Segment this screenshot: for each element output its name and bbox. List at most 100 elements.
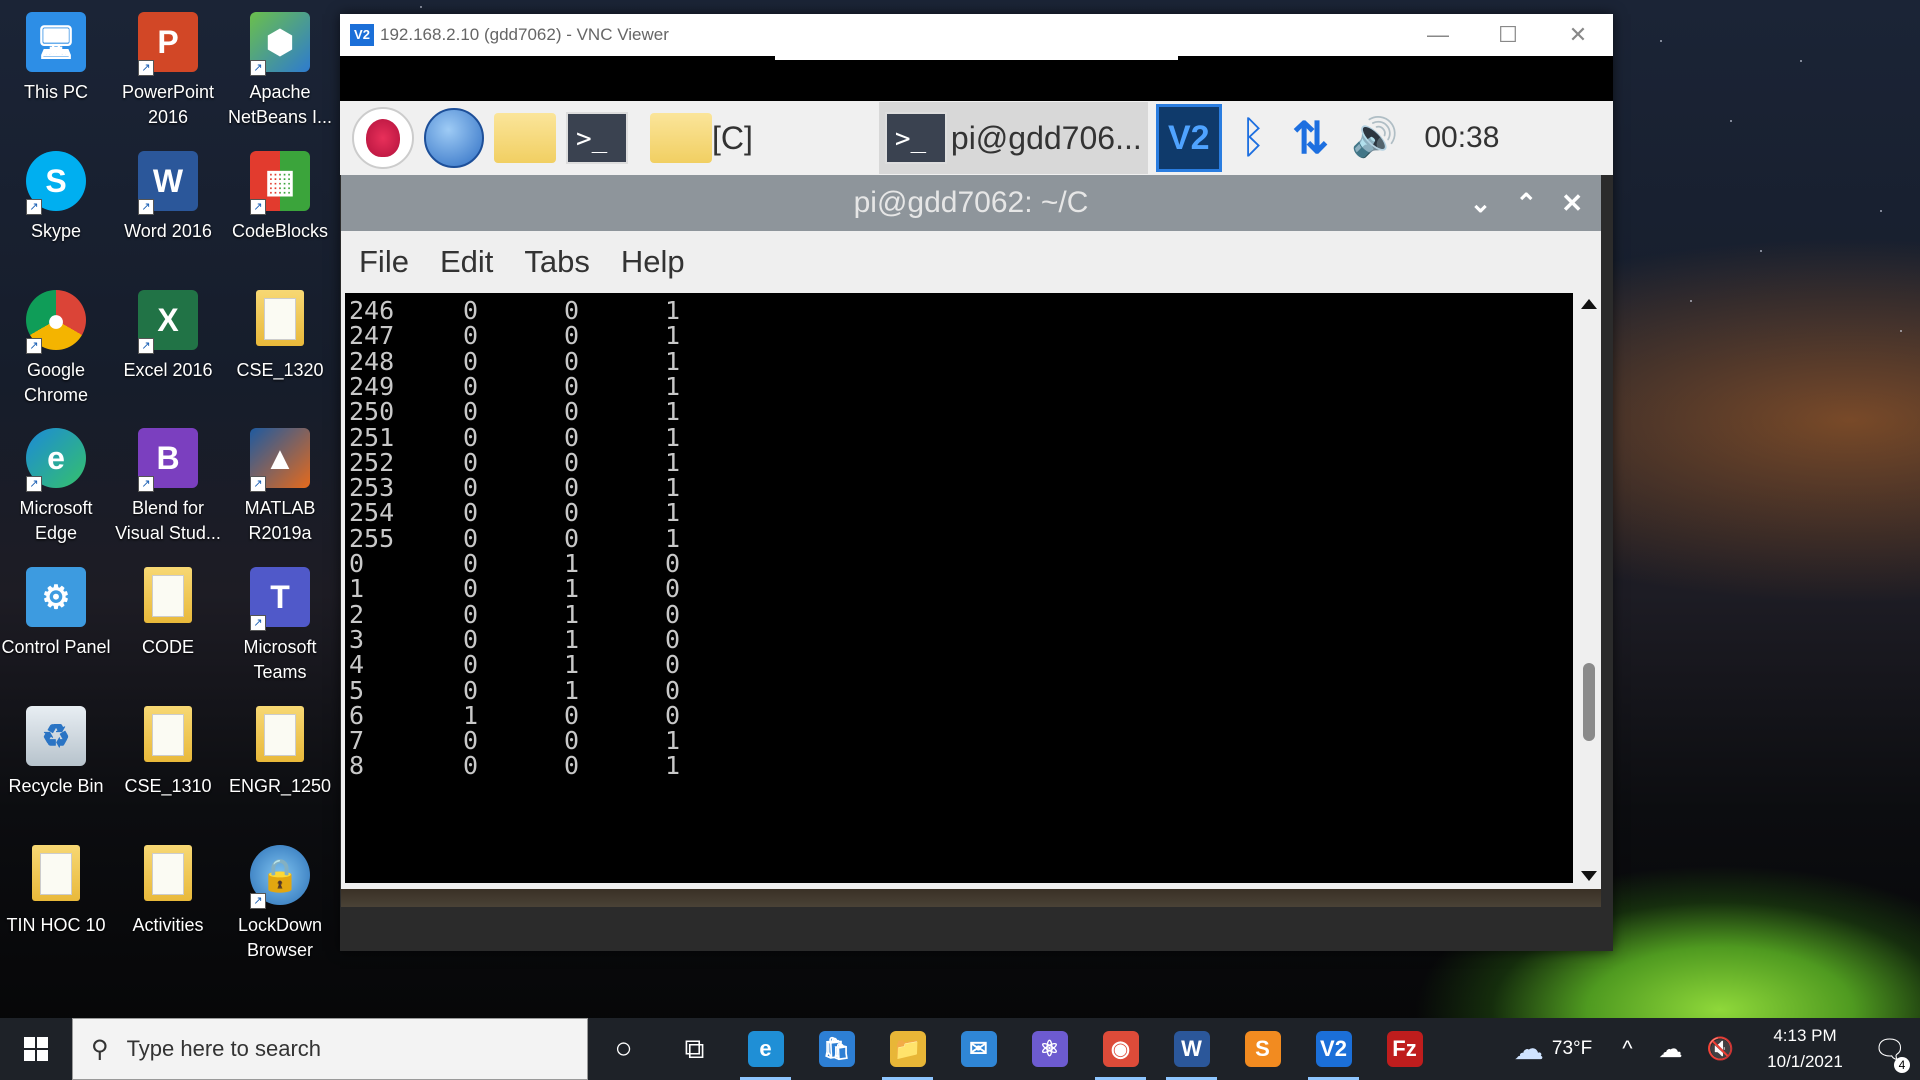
raspberry-menu-button[interactable] [352,103,414,173]
chevron-down-icon[interactable]: ⌄ [1470,175,1492,231]
cortana-button[interactable]: ○ [588,1018,659,1080]
file-manager-button[interactable] [494,103,556,173]
vnc-toolbar-handle[interactable] [775,56,1178,60]
filezilla-icon: Fz [1386,1031,1423,1067]
teams-icon: T ↗ [248,567,312,631]
desktop-icon-matlab[interactable]: ▲ ↗ MATLAB R2019a [224,422,336,546]
scroll-down-arrow-icon[interactable] [1581,871,1597,881]
maximize-button[interactable]: ☐ [1473,14,1543,56]
minimize-button[interactable]: — [1403,14,1473,56]
system-clock[interactable]: 4:13 PM 10/1/2021 [1750,1023,1860,1075]
menu-file[interactable]: File [359,244,409,280]
taskbar-app-chrome[interactable]: ◉ [1085,1018,1156,1080]
volume-icon[interactable]: 🔊 [1351,103,1398,173]
sublime-icon: S [1244,1031,1281,1067]
desktop-icon-lockdown-browser[interactable]: 🔒 ↗ LockDown Browser [224,839,336,963]
vnc-viewer-window: V2 192.168.2.10 (gdd7062) - VNC Viewer —… [340,14,1613,951]
taskbar-app-vnc-viewer[interactable]: V2 [1298,1018,1369,1080]
mail-icon: ✉ [960,1031,997,1067]
desktop-icon-label: Apache NetBeans I... [227,82,333,127]
vnc-logo-icon: V2 [350,24,374,46]
terminal-scrollbar[interactable] [1577,293,1601,889]
vnc-server-button[interactable]: V2 [1155,103,1222,173]
desktop-icons: 🖥 This PC P ↗ PowerPoint 2016 ⬢ ↗ Apache N… [0,0,340,1018]
weather-temp[interactable]: 73°F [1552,1038,1592,1060]
vnc-icon: V2 [1155,104,1222,172]
desktop-icon-activities[interactable]: Activities [112,839,224,938]
scroll-up-arrow-icon[interactable] [1581,299,1597,309]
task-view-button[interactable]: ⧉ [659,1018,730,1080]
powerpoint-icon: P ↗ [136,12,200,76]
show-hidden-icons-button[interactable]: ^ [1622,1036,1632,1062]
taskbar-app-edge[interactable]: e [730,1018,801,1080]
search-box[interactable]: ⚲ Type here to search [72,1018,588,1080]
search-icon: ⚲ [91,1035,109,1063]
scrollbar-thumb[interactable] [1583,663,1595,741]
terminal-window: pi@gdd7062: ~/C ⌄ ⌃ ✕ File Edit Tabs Hel… [340,175,1613,951]
desktop-icon-label: LockDown Browser [237,915,323,960]
desktop-icon-recycle-bin[interactable]: ♻ Recycle Bin [0,700,112,799]
desktop-icon-this-pc[interactable]: 🖥 This PC [0,6,112,105]
taskbar-app-word[interactable]: W [1156,1018,1227,1080]
desktop-icon-control-panel[interactable]: ⚙ Control Panel [0,561,112,660]
close-icon[interactable]: ✕ [1561,175,1583,231]
clock-time: 4:13 PM [1773,1026,1837,1045]
desktop-icon-cse1310[interactable]: CSE_1310 [112,700,224,799]
taskbar-app-file-explorer[interactable]: 📁 [872,1018,943,1080]
terminal-cell: 0 [564,751,580,781]
taskbar-app-store[interactable]: 🛍 [801,1018,872,1080]
taskbar-app-mail[interactable]: ✉ [943,1018,1014,1080]
star [1900,330,1902,332]
netbeans-icon: ⬢ ↗ [248,12,312,76]
menu-tabs[interactable]: Tabs [524,244,589,280]
close-button[interactable]: ✕ [1543,14,1613,56]
menu-help[interactable]: Help [621,244,685,280]
vnc-title-bar[interactable]: V2 192.168.2.10 (gdd7062) - VNC Viewer —… [340,14,1613,56]
start-button[interactable] [0,1018,72,1080]
desktop-icon-netbeans[interactable]: ⬢ ↗ Apache NetBeans I... [224,6,336,130]
desktop-icon-codeblocks[interactable]: ▦ ↗ CodeBlocks [224,145,336,244]
taskbar-app-sublime[interactable]: S [1227,1018,1298,1080]
weather-icon[interactable]: ☁ [1514,1032,1544,1067]
desktop-icon-code[interactable]: CODE [112,561,224,660]
notification-center-button[interactable]: 🗨 4 [1860,1034,1920,1073]
terminal-output[interactable]: 246 0 0 1 247 0 0 1 248 0 0 1 249 0 0 1 250 0 0 1 251 0 0 1 252 0… [345,293,1573,883]
desktop-icon-edge[interactable]: e ↗ Microsoft Edge [0,422,112,546]
desktop-icon-excel[interactable]: X ↗ Excel 2016 [112,284,224,383]
desktop-icon-label: TIN HOC 10 [6,915,106,935]
volume-muted-icon[interactable]: 🔇 [1707,1036,1734,1062]
terminal-title-bar[interactable]: pi@gdd7062: ~/C ⌄ ⌃ ✕ [341,175,1601,231]
folder-icon [24,845,88,909]
star [1730,120,1732,122]
taskbar-app-filezilla[interactable]: Fz [1369,1018,1440,1080]
edge-icon: e [747,1031,784,1067]
terminal-launcher-button[interactable]: >_ [566,103,628,173]
terminal-cell: 1 [665,751,681,781]
task-terminal-active[interactable]: >_ pi@gdd706... [878,102,1148,174]
bluetooth-icon[interactable]: ᛒ [1240,103,1266,173]
codeblocks-icon: ▦ ↗ [248,151,312,215]
desktop-icon-tin-hoc-10[interactable]: TIN HOC 10 [0,839,112,938]
taskbar-app-atom[interactable]: ⚛ [1014,1018,1085,1080]
task-folder-c[interactable]: [C] [650,103,753,173]
network-icon[interactable]: ⇅ [1292,103,1329,173]
edge-icon: e ↗ [24,428,88,492]
desktop-icon-blend[interactable]: B ↗ Blend for Visual Stud... [112,422,224,546]
menu-edit[interactable]: Edit [440,244,493,280]
folder-icon [136,567,200,631]
desktop-icon-powerpoint[interactable]: P ↗ PowerPoint 2016 [112,6,224,130]
atom-icon: ⚛ [1031,1031,1068,1067]
desktop-icon-skype[interactable]: S ↗ Skype [0,145,112,244]
desktop-icon-word[interactable]: W ↗ Word 2016 [112,145,224,244]
desktop-icon-engr1250[interactable]: ENGR_1250 [224,700,336,799]
word-icon: W ↗ [136,151,200,215]
web-browser-button[interactable] [424,103,484,173]
pi-clock[interactable]: 00:38 [1424,103,1499,173]
chevron-up-icon[interactable]: ⌃ [1515,175,1537,231]
desktop-icon-teams[interactable]: T ↗ Microsoft Teams [224,561,336,685]
desktop-icon-label: Skype [30,221,82,241]
onedrive-icon[interactable]: ☁ [1659,1035,1683,1064]
desktop-icon-chrome[interactable]: ● ↗ Google Chrome [0,284,112,408]
desktop-icon-label: MATLAB R2019a [244,498,316,543]
desktop-icon-cse1320[interactable]: CSE_1320 [224,284,336,383]
